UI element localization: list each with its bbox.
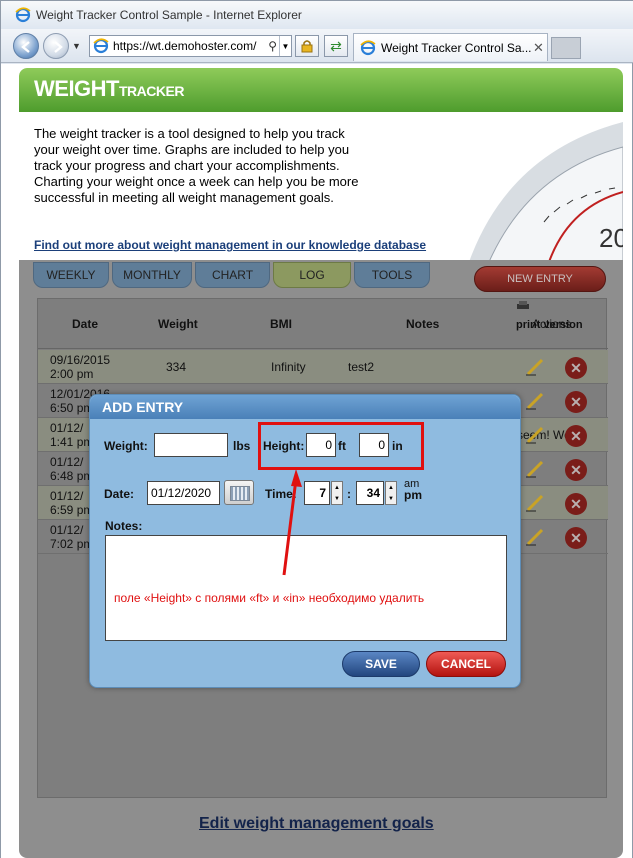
height-in-input[interactable]: 0: [359, 433, 389, 457]
window-title: Weight Tracker Control Sample - Internet…: [36, 8, 302, 22]
knowledge-database-link[interactable]: Find out more about weight management in…: [34, 238, 426, 252]
row-bmi: Infinity: [271, 360, 306, 374]
row-date: 01/12/1:41 pm: [50, 421, 94, 449]
delete-icon[interactable]: ✕: [565, 527, 587, 549]
column-bmi: BMI: [270, 317, 292, 331]
weight-label: Weight:: [104, 439, 148, 453]
hour-input[interactable]: 7: [304, 481, 330, 505]
notes-textarea[interactable]: [105, 535, 507, 641]
calendar-icon[interactable]: [224, 480, 254, 505]
lbs-unit: lbs: [233, 439, 251, 453]
edit-pencil-icon[interactable]: [526, 492, 546, 512]
delete-icon[interactable]: ✕: [565, 425, 587, 447]
cancel-button[interactable]: CANCEL: [426, 651, 506, 677]
print-version-link[interactable]: print version: [516, 301, 583, 331]
address-dropdown-icon[interactable]: ▼: [279, 36, 291, 56]
minute-spinner[interactable]: ▲ ▼: [385, 481, 397, 505]
intro-text: The weight tracker is a tool designed to…: [34, 126, 359, 205]
column-date: Date: [72, 317, 99, 331]
delete-icon[interactable]: ✕: [565, 357, 587, 379]
column-notes: Notes: [406, 317, 440, 331]
history-dropdown-icon[interactable]: ▼: [72, 41, 81, 51]
edit-pencil-icon[interactable]: [526, 424, 546, 444]
printer-icon: [517, 301, 529, 309]
date-input[interactable]: 01/12/2020: [147, 481, 220, 505]
title-bar: Weight Tracker Control Sample - Internet…: [1, 1, 633, 29]
ampm-toggle[interactable]: am pm: [404, 479, 422, 502]
scale-image: 20: [469, 122, 623, 262]
svg-text:20: 20: [599, 223, 623, 253]
url-text[interactable]: https://wt.demohoster.com/: [113, 39, 266, 53]
ft-unit: ft: [338, 439, 346, 453]
tab-chart[interactable]: CHART: [195, 262, 270, 288]
new-entry-button[interactable]: NEW ENTRY: [474, 266, 606, 292]
hour-spinner[interactable]: ▲ ▼: [331, 481, 343, 505]
search-icon[interactable]: ⚲: [266, 39, 279, 53]
tab-weekly[interactable]: WEEKLY: [33, 262, 109, 288]
lock-icon[interactable]: [295, 35, 319, 57]
table-row: 09/16/2015 2:00 pm 334 Infinity test2 ✕: [38, 350, 608, 384]
navigation-bar: ▼ https://wt.demohoster.com/ ⚲ ▼ ⇄ Weigh…: [1, 29, 633, 63]
tab-ie-icon: [360, 39, 376, 55]
site-ie-icon: [93, 38, 109, 54]
dialog-title: ADD ENTRY: [90, 395, 520, 419]
forward-arrow-icon: [54, 41, 63, 53]
tab-label: Weight Tracker Control Sa...: [381, 40, 532, 55]
annotation-text: поле «Height» с полями «ft» и «in» необх…: [114, 591, 425, 605]
edit-pencil-icon[interactable]: [526, 356, 546, 376]
edit-pencil-icon[interactable]: [526, 390, 546, 410]
add-entry-dialog: ADD ENTRY Weight: lbs Height: 0 ft 0 in …: [89, 394, 521, 688]
row-date: 01/12/7:02 pm: [50, 523, 94, 551]
tab-log[interactable]: LOG: [273, 262, 351, 288]
height-ft-input[interactable]: 0: [306, 433, 336, 457]
height-label: Height:: [263, 439, 305, 453]
notes-label: Notes:: [105, 519, 143, 533]
row-notes: test2: [348, 360, 375, 374]
pm-option[interactable]: pm: [404, 489, 422, 501]
save-button[interactable]: SAVE: [342, 651, 420, 677]
row-date: 01/12/6:59 pm: [50, 489, 94, 517]
browser-tab[interactable]: Weight Tracker Control Sa... ✕: [353, 33, 548, 61]
back-button[interactable]: [13, 33, 39, 59]
weight-input[interactable]: [154, 433, 228, 457]
tab-tools[interactable]: TOOLS: [354, 262, 430, 288]
tab-close-icon[interactable]: ✕: [533, 40, 547, 56]
back-arrow-icon: [21, 41, 30, 53]
edit-pencil-icon[interactable]: [526, 458, 546, 478]
column-weight: Weight: [158, 317, 198, 331]
row-weight: 334: [166, 360, 187, 374]
column-actions: Actions: [532, 317, 572, 331]
in-unit: in: [392, 439, 403, 453]
forward-button[interactable]: [43, 33, 69, 59]
delete-icon[interactable]: ✕: [565, 391, 587, 413]
time-separator: :: [347, 487, 351, 501]
table-header: Date Weight BMI Notes print version Acti…: [38, 299, 608, 349]
row-date: 09/16/2015 2:00 pm: [50, 353, 111, 381]
minute-input[interactable]: 34: [356, 481, 384, 505]
time-label: Time:: [265, 487, 297, 501]
header-banner: WEIGHTTRACKER: [19, 68, 623, 112]
edit-pencil-icon[interactable]: [526, 526, 546, 546]
ie-logo-icon: [15, 7, 31, 23]
refresh-icon[interactable]: ⇄: [324, 35, 348, 57]
date-label: Date:: [104, 487, 135, 501]
browser-window: Weight Tracker Control Sample - Internet…: [0, 0, 633, 858]
row-date: 01/12/6:48 pm: [50, 455, 94, 483]
tab-monthly[interactable]: MONTHLY: [112, 262, 192, 288]
edit-goals-link[interactable]: Edit weight management goals: [199, 815, 434, 833]
delete-icon[interactable]: ✕: [565, 493, 587, 515]
new-tab-button[interactable]: [551, 37, 581, 59]
address-bar[interactable]: https://wt.demohoster.com/ ⚲ ▼: [89, 35, 292, 57]
weight-tracker-logo: WEIGHTTRACKER: [34, 76, 184, 101]
delete-icon[interactable]: ✕: [565, 459, 587, 481]
